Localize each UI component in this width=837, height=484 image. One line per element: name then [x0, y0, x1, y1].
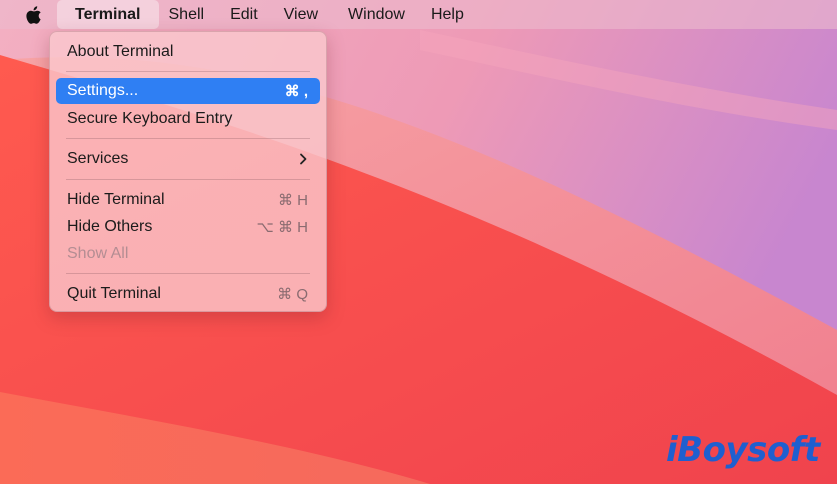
menu-item-services[interactable]: Services	[56, 146, 320, 172]
menu-item-label: About Terminal	[67, 43, 174, 60]
menubar-help[interactable]: Help	[421, 0, 474, 29]
menubar-terminal[interactable]: Terminal	[57, 0, 159, 29]
menu-item-settings[interactable]: Settings... ⌘ ,	[56, 78, 320, 104]
menu-item-hide-terminal[interactable]: Hide Terminal ⌘ H	[56, 187, 320, 213]
menu-item-label: Secure Keyboard Entry	[67, 110, 233, 127]
menubar-shell[interactable]: Shell	[159, 0, 215, 29]
menubar-edit[interactable]: Edit	[220, 0, 268, 29]
menu-separator	[66, 179, 310, 180]
shortcut-label: ⌘ H	[278, 192, 308, 209]
apple-menu-button[interactable]	[21, 0, 47, 29]
menu-item-show-all: Show All	[56, 241, 320, 267]
menubar-window[interactable]: Window	[338, 0, 415, 29]
menu-separator	[66, 71, 310, 72]
shortcut-label: ⌘ Q	[277, 286, 308, 303]
menu-item-secure-keyboard-entry[interactable]: Secure Keyboard Entry	[56, 106, 320, 132]
menu-bar: Terminal Shell Edit View Window Help	[0, 0, 837, 29]
menu-item-label: Show All	[67, 245, 129, 262]
menu-item-label: Settings...	[67, 82, 139, 99]
menubar-view[interactable]: View	[274, 0, 328, 29]
menu-item-label: Quit Terminal	[67, 285, 161, 302]
menu-separator	[66, 138, 310, 139]
shortcut-label: ⌥ ⌘ H	[256, 219, 308, 236]
apple-logo-icon	[26, 5, 41, 24]
iboysoft-watermark: iBoysoft	[666, 430, 820, 470]
menu-item-label: Services	[67, 150, 129, 167]
menu-separator	[66, 273, 310, 274]
terminal-dropdown-menu: About Terminal Settings... ⌘ , Secure Ke…	[49, 31, 327, 312]
shortcut-label: ⌘ ,	[284, 83, 308, 100]
chevron-right-icon	[300, 153, 307, 165]
menu-item-label: Hide Others	[67, 218, 153, 235]
menu-item-label: Hide Terminal	[67, 191, 165, 208]
menu-item-quit-terminal[interactable]: Quit Terminal ⌘ Q	[56, 281, 320, 307]
menu-item-hide-others[interactable]: Hide Others ⌥ ⌘ H	[56, 214, 320, 240]
menu-item-about[interactable]: About Terminal	[56, 39, 320, 65]
